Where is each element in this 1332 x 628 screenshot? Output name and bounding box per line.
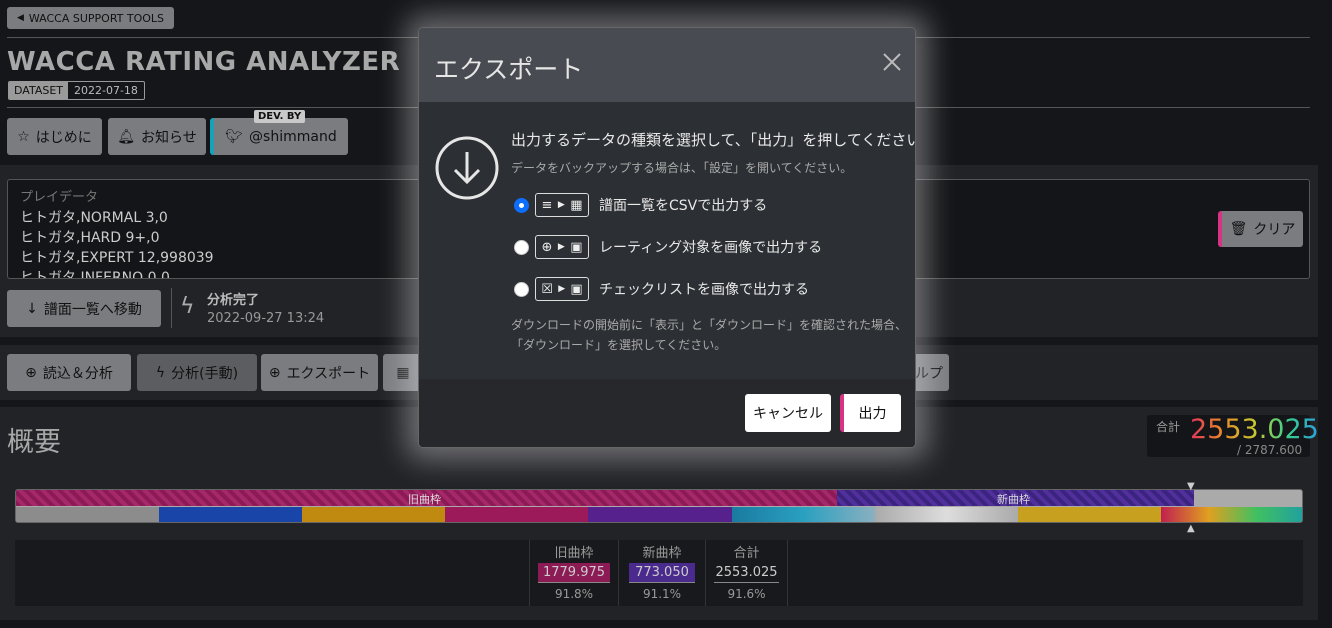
rank-segments — [16, 507, 1302, 522]
load-analyze-button[interactable]: ⊕ 読込＆分析 — [7, 354, 131, 391]
dev-by-badge: DEV. BY — [254, 110, 306, 123]
bell-icon: 🔔︎ — [117, 128, 136, 145]
table-button[interactable]: ▦ — [383, 354, 423, 391]
app-title: WACCA RATING ANALYZER — [7, 47, 401, 77]
manual-analyze-button[interactable]: ϟ 分析(手動) — [137, 354, 257, 391]
modal-instruction: 出力するデータの種類を選択して、「出力」を押してください。 — [511, 131, 916, 149]
option-checklist-image[interactable]: ☒ ▶ ▣ チェックリストを画像で出力する — [514, 276, 809, 302]
table-col-total: 合計 2553.025 91.6% — [705, 540, 788, 606]
arrow-down-icon: ↓ — [26, 300, 38, 317]
export-modal: エクスポート 出力するデータの種類を選択して、「出力」を押してください。 データ… — [418, 27, 916, 448]
lightning-icon: ϟ — [155, 364, 166, 381]
dataset-badge: DATASET 2022-07-18 — [8, 81, 145, 100]
old-frame-label: 旧曲枠 — [408, 493, 441, 506]
status-time: 2022-09-27 13:24 — [207, 311, 325, 326]
start-button[interactable]: ☆ はじめに — [7, 118, 102, 155]
summary-title: 概要 — [7, 427, 61, 458]
table-col-new: 新曲枠 773.050 91.1% — [618, 540, 705, 606]
twitter-icon: 🐦︎ — [225, 128, 244, 145]
submit-button[interactable]: 出力 — [840, 394, 901, 432]
modal-note-2: 「ダウンロード」を選択してください。 — [511, 338, 727, 352]
summary-table: 旧曲枠 1779.975 91.8% 新曲枠 773.050 91.1% 合計 … — [529, 540, 788, 606]
twitter-button[interactable]: 🐦︎ @shimmand — [210, 118, 348, 155]
export-button[interactable]: ⊕ エクスポート — [261, 354, 378, 391]
radio-checklist-image[interactable] — [514, 281, 529, 297]
table-icon: ▦ — [396, 364, 410, 381]
back-link[interactable]: ◀ WACCA SUPPORT TOOLS — [7, 7, 174, 29]
close-icon[interactable] — [881, 50, 903, 74]
caret-left-icon: ◀ — [16, 13, 24, 23]
clear-button[interactable]: 🗑︎ クリア — [1218, 211, 1303, 247]
trash-icon: 🗑︎ — [1229, 221, 1248, 237]
lightning-icon: ϟ — [180, 294, 195, 319]
table-col-old: 旧曲枠 1779.975 91.8% — [529, 540, 618, 606]
target-to-image-icon: ⊕ ▶ ▣ — [535, 235, 589, 259]
new-frame-label: 新曲枠 — [997, 493, 1030, 506]
radio-rating-image[interactable] — [514, 239, 529, 255]
status-label: 分析完了 — [207, 293, 260, 308]
option-rating-image[interactable]: ⊕ ▶ ▣ レーティング対象を画像で出力する — [514, 234, 822, 260]
total-max: / 2787.600 — [1237, 443, 1303, 457]
news-button[interactable]: 🔔︎ お知らせ — [108, 118, 206, 155]
total-label: 合計 — [1156, 420, 1181, 434]
upload-icon: ⊕ — [25, 364, 37, 381]
marker-bottom: ▲ — [1187, 523, 1195, 534]
modal-note-1: ダウンロードの開始前に「表示」と「ダウンロード」を確認された場合、 — [511, 318, 908, 332]
checklist-to-image-icon: ☒ ▶ ▣ — [535, 277, 589, 301]
total-value: 2553.025 — [1190, 414, 1319, 445]
download-icon: ⊕ — [268, 364, 281, 381]
rating-bar: 旧曲枠 新曲枠 — [15, 489, 1303, 523]
modal-sub-instruction: データをバックアップする場合は、「設定」を開いてください。 — [511, 161, 853, 175]
modal-title: エクスポート — [434, 55, 584, 84]
star-icon: ☆ — [17, 128, 30, 145]
marker-top: ▼ — [1187, 481, 1195, 492]
option-csv[interactable]: ≡ ▶ ▦ 譜面一覧をCSVで出力する — [514, 192, 767, 218]
radio-csv[interactable] — [514, 197, 529, 213]
download-circle-icon — [434, 135, 500, 201]
divider — [171, 288, 172, 328]
cancel-button[interactable]: キャンセル — [745, 394, 831, 432]
move-to-list-button[interactable]: ↓ 譜面一覧へ移動 — [7, 290, 161, 327]
list-to-table-icon: ≡ ▶ ▦ — [535, 193, 589, 217]
